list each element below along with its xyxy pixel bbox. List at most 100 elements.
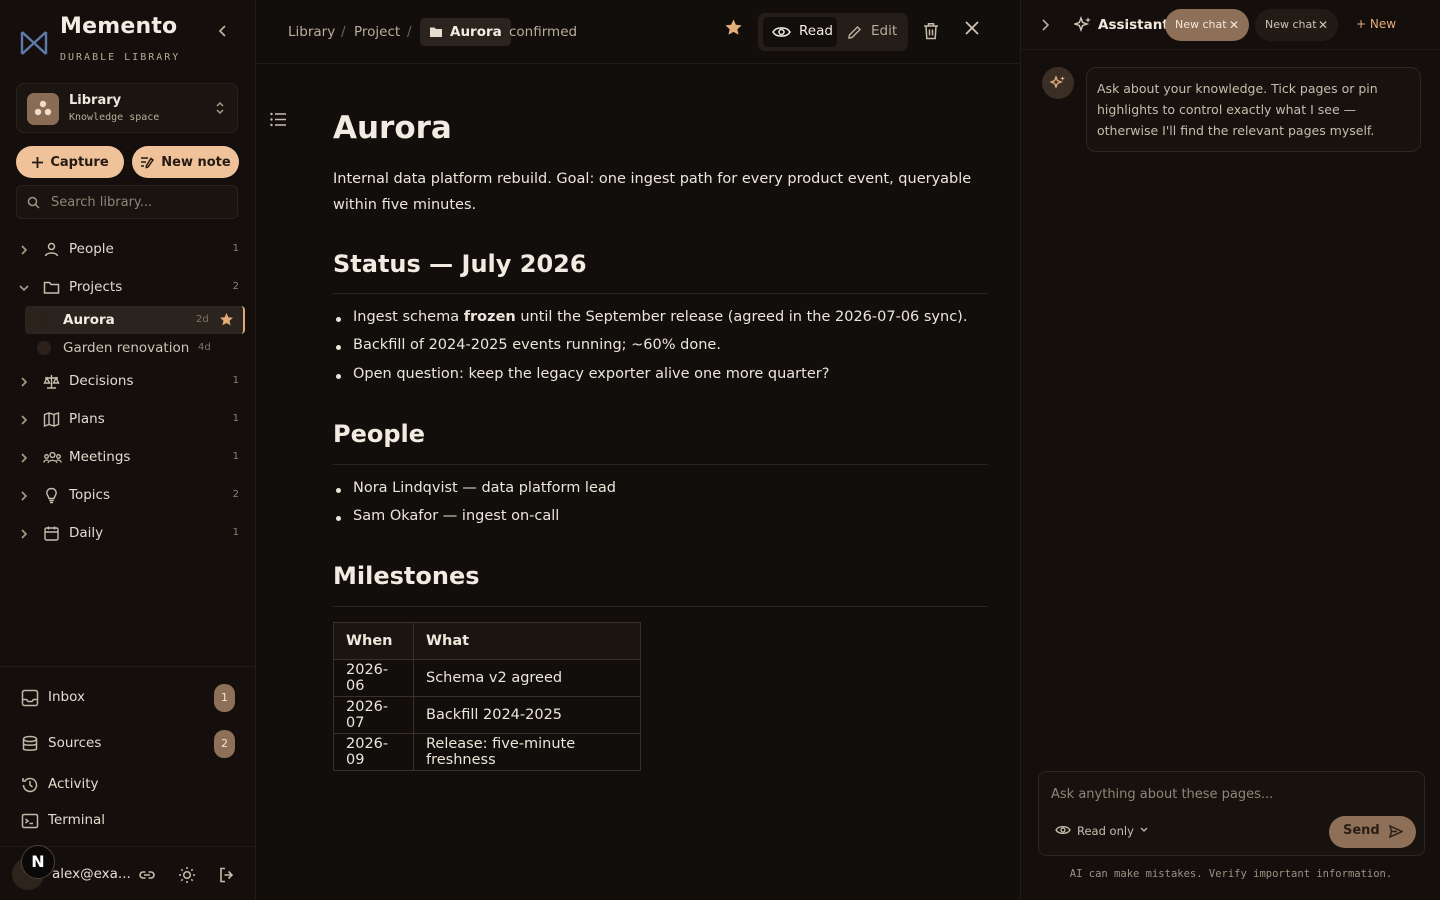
tree-item-projects[interactable]: Projects 2 <box>0 273 256 303</box>
tree-count-plans: 1 <box>232 413 239 424</box>
status-item-text: Backfill of 2024-2025 events running; ~6… <box>353 337 721 353</box>
plus-icon <box>32 156 44 168</box>
chat-input[interactable] <box>1051 782 1411 806</box>
breadcrumb-project[interactable]: Project <box>354 24 400 40</box>
chevron-right-icon[interactable] <box>1039 18 1051 32</box>
space-name: Library <box>69 93 122 108</box>
ai-disclaimer: AI can make mistakes. Verify important i… <box>1069 868 1393 880</box>
tree-count-decisions: 1 <box>232 375 239 386</box>
tree-label-people: People <box>69 241 114 257</box>
nav-activity[interactable]: Activity <box>0 768 256 802</box>
edit-mode-button[interactable]: Edit <box>840 17 904 47</box>
page-label-aurora: Aurora <box>63 312 115 328</box>
close-tab-icon[interactable]: ✕ <box>1229 9 1239 41</box>
chevron-right-icon <box>21 415 28 425</box>
page-dot <box>37 341 51 355</box>
nav-sources[interactable]: Sources 2 <box>0 727 256 761</box>
memento-logo-icon <box>20 31 48 55</box>
nav-label-sources: Sources <box>48 735 102 751</box>
people-heading: People <box>333 420 426 448</box>
history-icon <box>22 777 38 793</box>
tree-item-meetings[interactable]: Meetings 1 <box>0 443 256 473</box>
scale-icon <box>43 375 60 389</box>
table-cell: 2026-06 <box>333 659 414 697</box>
read-mode-button[interactable]: Read <box>763 17 837 47</box>
chat-tab-active[interactable]: New chat ✕ <box>1165 9 1249 41</box>
edit-label: Edit <box>871 23 898 39</box>
tree-item-daily[interactable]: Daily 1 <box>0 519 256 549</box>
heading-rule <box>333 293 988 294</box>
new-note-button[interactable]: New note <box>132 146 239 178</box>
breadcrumb-current-label: Aurora <box>450 24 502 40</box>
sun-icon[interactable] <box>178 866 196 884</box>
tree-count-people: 1 <box>232 243 239 254</box>
star-icon[interactable] <box>219 312 234 327</box>
user-email[interactable]: alex@exa... <box>52 866 131 882</box>
chevron-down-icon <box>1140 827 1148 832</box>
tree-count-daily: 1 <box>232 527 239 538</box>
close-tab-icon[interactable]: ✕ <box>1318 9 1328 41</box>
chat-composer: Read only Send <box>1038 771 1425 856</box>
logout-icon[interactable] <box>218 866 236 884</box>
assistant-title: Assistant <box>1098 17 1169 33</box>
note-pen-icon <box>141 157 155 169</box>
tree-item-topics[interactable]: Topics 2 <box>0 481 256 511</box>
space-switcher[interactable]: Library Knowledge space <box>16 83 238 133</box>
chevron-down-icon <box>19 285 29 292</box>
folder-icon <box>43 281 60 294</box>
dev-tools-badge[interactable]: N <box>21 845 55 879</box>
nav-terminal[interactable]: Terminal <box>0 804 256 838</box>
nav-inbox[interactable]: Inbox 1 <box>0 681 256 715</box>
send-icon <box>1389 825 1403 838</box>
capture-button[interactable]: Capture <box>16 146 124 178</box>
status-item-text: Open question: keep the legacy exporter … <box>353 366 830 382</box>
table-cell: 2026-07 <box>333 696 414 734</box>
main-content: Library / Project / Aurora confirmed Rea… <box>256 0 1020 900</box>
page-item-aurora[interactable]: Aurora 2d <box>25 306 245 334</box>
collapse-sidebar-icon[interactable] <box>214 22 232 40</box>
tree-count-meetings: 1 <box>232 451 239 462</box>
calendar-icon <box>44 526 59 541</box>
tree-label-daily: Daily <box>69 525 104 541</box>
page-age-garden: 4d <box>198 342 211 353</box>
search-input[interactable] <box>51 186 231 218</box>
terminal-icon <box>21 813 39 829</box>
heading-rule <box>333 464 988 465</box>
table-header-cell: When <box>333 622 414 660</box>
chevron-right-icon <box>21 245 28 255</box>
eye-icon <box>1055 825 1071 835</box>
bullet-dot <box>336 374 341 379</box>
send-button[interactable]: Send <box>1329 816 1416 848</box>
milestones-heading: Milestones <box>333 562 480 590</box>
page-item-garden-renovation[interactable]: Garden renovation 4d <box>25 334 245 362</box>
close-icon[interactable] <box>963 19 981 37</box>
app-subtitle: DURABLE LIBRARY <box>60 52 181 63</box>
status-item-part: Ingest schema <box>353 309 464 325</box>
tree-item-decisions[interactable]: Decisions 1 <box>0 367 256 397</box>
outline-list-icon[interactable] <box>270 112 287 127</box>
view-mode-toggle: Read Edit <box>758 13 908 51</box>
tree-label-meetings: Meetings <box>69 449 131 465</box>
new-chat-label: New <box>1369 17 1397 31</box>
milestones-table: When What 2026-06 Schema v2 agreed 2026-… <box>333 622 641 771</box>
bullet-dot <box>336 516 341 521</box>
new-chat-button[interactable]: + New <box>1356 17 1396 31</box>
trash-icon[interactable] <box>923 22 939 40</box>
favorite-star-icon[interactable] <box>724 18 743 37</box>
status-tag: confirmed <box>509 24 578 40</box>
database-icon <box>22 735 38 751</box>
tree-item-plans[interactable]: Plans 1 <box>0 405 256 435</box>
breadcrumb-current[interactable]: Aurora <box>420 18 511 46</box>
page-dot <box>37 313 51 327</box>
assistant-greeting: Ask about your knowledge. Tick pages or … <box>1086 67 1421 152</box>
link-icon[interactable] <box>138 866 156 884</box>
table-header-row: When What <box>333 622 641 660</box>
page-toolbar: Library / Project / Aurora confirmed Rea… <box>256 0 1020 64</box>
tree-label-topics: Topics <box>69 487 110 503</box>
tree-item-people[interactable]: People 1 <box>0 235 256 265</box>
chevron-right-icon <box>21 377 28 387</box>
breadcrumb-library[interactable]: Library <box>288 24 335 40</box>
chat-tab[interactable]: New chat ✕ <box>1255 9 1338 41</box>
heading-rule <box>333 606 988 607</box>
chevron-right-icon <box>21 491 28 501</box>
